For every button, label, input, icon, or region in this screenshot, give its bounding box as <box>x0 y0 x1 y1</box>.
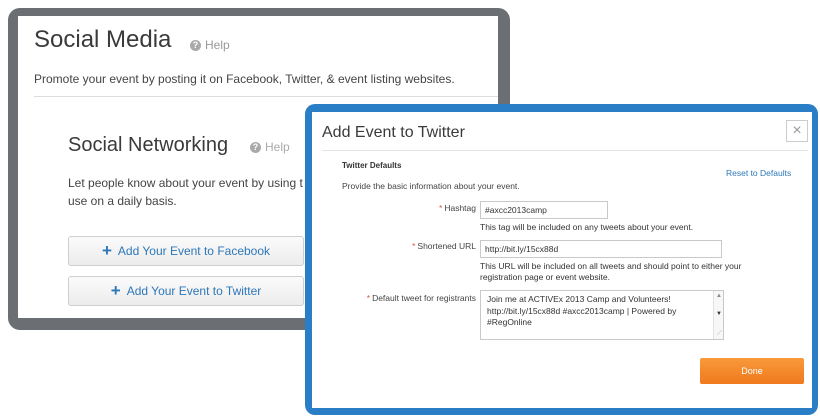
scroll-down-icon[interactable]: ▼ <box>716 311 722 317</box>
required-mark: * <box>439 203 443 213</box>
add-to-twitter-button[interactable]: + Add Your Event to Twitter <box>68 276 304 306</box>
divider <box>34 96 498 97</box>
question-circle-icon: ? <box>190 40 201 51</box>
hashtag-input[interactable]: #axcc2013camp <box>480 201 608 219</box>
shortened-url-input[interactable]: http://bit.ly/15cx88d <box>480 240 722 258</box>
section-help-link[interactable]: ? Help <box>250 140 290 154</box>
default-tweet-label: * Default tweet for registrants <box>342 293 476 303</box>
scroll-up-icon[interactable]: ▲ <box>716 293 722 299</box>
divider <box>322 150 808 151</box>
close-icon[interactable]: × <box>786 120 808 142</box>
help-link[interactable]: ? Help <box>190 38 230 52</box>
required-mark: * <box>366 293 371 303</box>
label-text: Default tweet for registrants <box>372 293 476 303</box>
twitter-dialog: Add Event to Twitter × Twitter Defaults … <box>312 112 812 408</box>
hashtag-label: * Hashtag <box>392 203 476 213</box>
button-label: Add Your Event to Facebook <box>117 244 271 258</box>
add-to-facebook-button[interactable]: + Add Your Event to Facebook <box>68 236 304 266</box>
done-button[interactable]: Done <box>700 358 804 384</box>
help-label: Help <box>265 140 290 154</box>
resize-grip-icon[interactable]: ⟋ <box>717 330 722 338</box>
required-mark: * <box>412 241 416 251</box>
hashtag-hint: This tag will be included on any tweets … <box>480 222 694 232</box>
section-description: Provide the basic information about your… <box>342 181 520 191</box>
default-tweet-text: Join me at ACTIVEx 2013 Camp and Volunte… <box>487 294 677 327</box>
plus-icon: + <box>101 241 112 260</box>
dialog-title: Add Event to Twitter <box>322 124 465 141</box>
label-text: Hashtag <box>444 203 476 213</box>
plus-icon: + <box>110 281 121 300</box>
section-heading: Twitter Defaults <box>342 161 402 170</box>
page-description: Promote your event by posting it on Face… <box>34 72 455 86</box>
label-text: Shortened URL <box>417 241 476 251</box>
page-title: Social Media <box>34 26 172 53</box>
reset-to-defaults-link[interactable]: Reset to Defaults <box>726 168 791 178</box>
shortened-url-label: * Shortened URL <box>372 241 476 251</box>
button-label: Add Your Event to Twitter <box>126 284 262 298</box>
question-circle-icon: ? <box>250 142 261 153</box>
section-title: Social Networking <box>68 134 229 156</box>
default-tweet-textarea[interactable]: Join me at ACTIVEx 2013 Camp and Volunte… <box>480 290 724 340</box>
help-label: Help <box>205 38 230 52</box>
shortened-url-hint: This URL will be included on all tweets … <box>480 261 742 282</box>
